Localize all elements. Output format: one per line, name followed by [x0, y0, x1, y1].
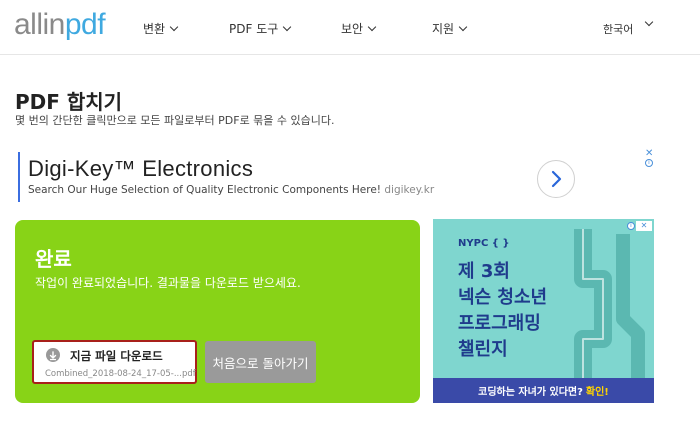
- page-subtitle: 몇 번의 간단한 클릭만으로 모든 파일로부터 PDF로 묶을 수 있습니다.: [15, 114, 335, 127]
- nav-item-label: 보안: [341, 22, 364, 36]
- logo-text-primary: allin: [14, 8, 65, 41]
- info-icon[interactable]: i: [645, 159, 653, 167]
- result-panel: 완료 작업이 완료되었습니다. 결과물을 다운로드 받으세요. 지금 파일 다운…: [15, 220, 420, 403]
- site-logo[interactable]: allinpdf: [14, 8, 106, 42]
- nav-item-label: 지원: [432, 22, 455, 36]
- page-title: PDF 합치기: [15, 90, 123, 114]
- chevron-right-icon: [551, 170, 562, 188]
- ad-headline: 제 3회 넥슨 청소년 프로그래밍 챌린지: [458, 259, 547, 363]
- nav-item-security[interactable]: 보안: [341, 20, 377, 37]
- download-file-name: Combined_2018-08-24_17-05-...pdf: [45, 369, 196, 379]
- chevron-down-icon: [283, 22, 292, 31]
- info-icon[interactable]: i: [627, 222, 635, 230]
- nav-item-support[interactable]: 지원: [432, 20, 468, 37]
- chevron-down-icon[interactable]: [644, 17, 654, 27]
- ad-headline-line: 넥슨 청소년: [458, 287, 548, 308]
- download-icon: [46, 348, 60, 362]
- chevron-down-icon: [458, 22, 468, 31]
- close-icon[interactable]: ✕: [636, 221, 652, 231]
- ad-headline-line: 제 3회: [458, 261, 510, 282]
- ad-description: Search Our Huge Selection of Quality Ele…: [28, 184, 434, 196]
- site-header: allinpdf 변환 PDF 도구 보안 지원 한국어: [0, 0, 700, 55]
- nav-item-label: 변환: [143, 22, 166, 36]
- result-heading: 완료: [35, 247, 72, 271]
- download-label: 지금 파일 다운로드: [70, 349, 163, 363]
- nav-item-pdf-tools[interactable]: PDF 도구: [229, 20, 292, 37]
- ad-banner-right[interactable]: NYPC { } 제 3회 넥슨 청소년 프로그래밍 챌린지 코딩하는 자녀가 …: [433, 219, 654, 403]
- nav-item-label: PDF 도구: [229, 22, 279, 36]
- ad-accent-bar: [18, 152, 20, 202]
- ad-title[interactable]: Digi-Key™ Electronics: [28, 156, 253, 182]
- ad-headline-line: 챌린지: [458, 339, 508, 360]
- ad-banner-top[interactable]: Digi-Key™ Electronics Search Our Huge Se…: [18, 148, 656, 204]
- ad-cta-highlight: 확인!: [585, 387, 609, 398]
- download-button[interactable]: 지금 파일 다운로드 Combined_2018-08-24_17-05-...…: [32, 340, 197, 384]
- chevron-down-icon: [169, 22, 179, 31]
- ad-next-button[interactable]: [537, 160, 575, 198]
- nav-item-convert[interactable]: 변환: [143, 20, 179, 37]
- ad-cta-bar[interactable]: 코딩하는 자녀가 있다면? 확인!: [433, 378, 654, 403]
- language-selector[interactable]: 한국어: [603, 21, 633, 37]
- close-icon[interactable]: ✕: [645, 148, 653, 159]
- result-message: 작업이 완료되었습니다. 결과물을 다운로드 받으세요.: [35, 276, 301, 290]
- chevron-down-icon: [367, 22, 377, 31]
- logo-text-accent: pdf: [64, 8, 106, 41]
- ad-cta-text: 코딩하는 자녀가 있다면?: [478, 387, 583, 398]
- ad-domain: digikey.kr: [384, 184, 435, 196]
- ad-headline-line: 프로그래밍: [458, 313, 541, 334]
- ad-brand: NYPC { }: [458, 238, 510, 249]
- ad-text: Search Our Huge Selection of Quality Ele…: [28, 184, 382, 196]
- back-to-start-button[interactable]: 처음으로 돌아가기: [205, 341, 316, 383]
